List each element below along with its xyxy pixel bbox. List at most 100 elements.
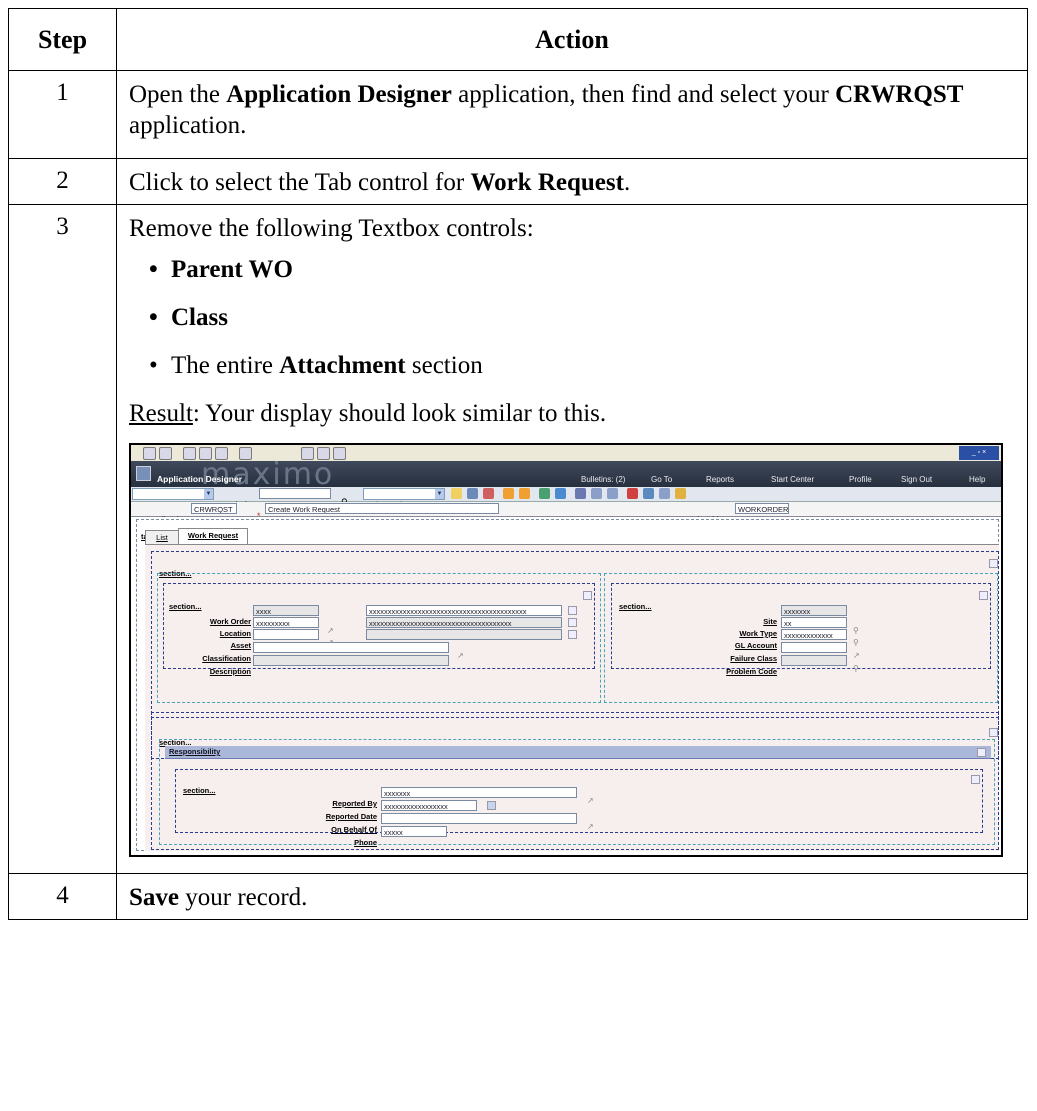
chevron-down-icon: ▼ (204, 489, 213, 499)
step-header: Step (8, 8, 117, 71)
step-number: 4 (8, 873, 117, 920)
prev-icon[interactable] (503, 488, 514, 499)
save-icon[interactable] (467, 488, 478, 499)
field-input[interactable] (253, 655, 449, 666)
field-desc[interactable] (366, 629, 562, 640)
bullet-list: Parent WO Class The entire Attachment se… (129, 254, 1015, 381)
action-header: Action (116, 8, 1028, 71)
paste-icon[interactable] (675, 488, 686, 499)
section-label[interactable]: section... (169, 591, 202, 622)
save-text: Save (129, 884, 179, 911)
field-input[interactable] (781, 642, 847, 653)
main-object-field[interactable]: WORKORDER (735, 503, 789, 514)
query-select[interactable]: ▼ (132, 488, 214, 500)
clear-icon[interactable] (483, 488, 494, 499)
section-label[interactable]: section... (619, 591, 652, 622)
collapse-icon (979, 591, 988, 600)
steps-table: Step Action 1 Open the Application Desig… (8, 8, 1028, 920)
field-input[interactable] (781, 655, 847, 666)
detail-icon[interactable] (568, 606, 577, 615)
step-number: 3 (8, 204, 117, 874)
field-input[interactable] (253, 642, 449, 653)
refresh-icon (159, 447, 172, 460)
field-label: Description (209, 667, 251, 676)
detail-icon[interactable] (568, 630, 577, 639)
layout-icon[interactable] (607, 488, 618, 499)
list-item: Parent WO (149, 254, 1015, 285)
home-icon (183, 447, 196, 460)
field-desc[interactable]: xxxxxxxxxxxxxxxxxxxxxxxxxxxxxxxxxxxxxx (366, 617, 562, 628)
next-icon[interactable] (519, 488, 530, 499)
step-intro: Remove the following Textbox controls: (129, 215, 534, 242)
step-row: 1 Open the Application Designer applicat… (8, 70, 1028, 159)
search-icon[interactable]: ⚲ (853, 653, 859, 684)
tab-list[interactable]: List (145, 530, 179, 545)
collapse-icon (989, 728, 998, 737)
detail-icon[interactable] (568, 618, 577, 627)
field-input[interactable]: xxxxxxx (381, 787, 577, 798)
step-action: Click to select the Tab control for Work… (116, 158, 1028, 205)
field-input[interactable] (253, 629, 319, 640)
field-desc[interactable]: xxxxxxxxxxxxxxxxxxxxxxxxxxxxxxxxxxxxxxxx… (366, 605, 562, 616)
crwrqst-text: CRWRQST (835, 81, 964, 108)
list-item: The entire Attachment section (149, 350, 1015, 381)
result-label: Result (129, 400, 193, 427)
field-input[interactable]: xxxxxxxxxxxxxxxxx (381, 800, 477, 811)
calendar-icon[interactable] (487, 801, 496, 810)
list-item: Class (149, 302, 1015, 333)
section-box[interactable] (175, 769, 983, 833)
app-designer-text: Application Designer (226, 81, 452, 108)
page-icon[interactable] (591, 488, 602, 499)
step-action: Open the Application Designer applicatio… (116, 70, 1028, 159)
find-input[interactable] (259, 488, 331, 499)
collapse-icon (989, 559, 998, 568)
cut-icon[interactable] (643, 488, 654, 499)
app-titlebar: maximo Application Designer Bulletins: (… (131, 459, 1001, 490)
import-icon[interactable] (555, 488, 566, 499)
collapse-icon (971, 775, 980, 784)
description-field[interactable]: Create Work Request (265, 503, 499, 514)
field-input[interactable]: xxxxxxxxxxxxx (781, 629, 847, 640)
collapse-icon (583, 591, 592, 600)
field-input[interactable]: xxxxx (381, 826, 447, 837)
delete-icon[interactable] (627, 488, 638, 499)
grid-icon[interactable] (575, 488, 586, 499)
app-toolbar: ▼ Find: ⚲ Select Action▼ (131, 487, 1001, 509)
step-row: 3 Remove the following Textbox controls:… (8, 204, 1028, 874)
field-input[interactable]: xxxx (253, 605, 319, 616)
responsibility-header[interactable]: Responsibility (165, 746, 991, 759)
header-row: Step Action (8, 8, 1028, 71)
field-input[interactable]: xx (781, 617, 847, 628)
field-input[interactable]: xxxxxxx (781, 605, 847, 616)
field-input[interactable]: xxxxxxxxx (253, 617, 319, 628)
step-action: Remove the following Textbox controls: P… (116, 204, 1028, 874)
step-row: 4 Save your record. (8, 873, 1028, 920)
work-request-text: Work Request (470, 169, 624, 196)
copy-icon[interactable] (659, 488, 670, 499)
lookup-icon[interactable]: ↗ (587, 811, 594, 842)
collapse-icon (977, 748, 986, 757)
field-label: Phone (354, 838, 377, 847)
record-header: Application CRWRQST * Create Work Reques… (131, 502, 1001, 524)
tab-work-request[interactable]: Work Request (178, 528, 248, 545)
step-number: 2 (8, 158, 117, 205)
design-canvas: tabgroup... List Work Request section...… (131, 517, 1001, 853)
maximo-screenshot: _ ▫ × maximo Application Designer Bullet… (129, 443, 1003, 857)
back-icon (143, 447, 156, 460)
application-field[interactable]: CRWRQST (191, 503, 237, 514)
field-input[interactable] (381, 813, 577, 824)
field-label: Problem Code (726, 667, 777, 676)
section-label[interactable]: section... (183, 775, 216, 806)
step-action: Save your record. (116, 873, 1028, 920)
new-icon[interactable] (451, 488, 462, 499)
chevron-down-icon: ▼ (435, 489, 444, 499)
result-line: Result: Your display should look similar… (129, 400, 607, 427)
refresh-icon[interactable] (539, 488, 550, 499)
mail-icon (333, 447, 346, 460)
window-controls: _ ▫ × (959, 446, 999, 460)
lookup-icon[interactable]: ↗ (457, 640, 464, 671)
select-action-dropdown[interactable]: Select Action▼ (363, 488, 445, 509)
app-icon (136, 466, 151, 481)
step-number: 1 (8, 70, 117, 159)
step-row: 2 Click to select the Tab control for Wo… (8, 158, 1028, 205)
